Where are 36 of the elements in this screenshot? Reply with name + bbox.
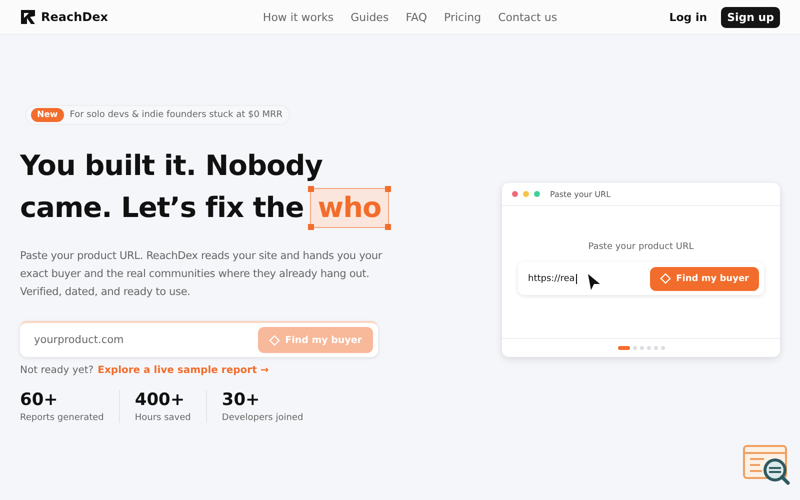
sample-report-link[interactable]: Explore a live sample report → <box>98 365 269 376</box>
demo-prompt: Paste your product URL <box>588 242 694 252</box>
browser-search-icon[interactable] <box>742 444 792 488</box>
find-buyer-button[interactable]: Find my buyer <box>650 266 759 290</box>
description: Paste your product URL. ReachDex reads your site and hands you your exact buyer and the real communities where they already hang out. Verified, dated, and ready to use. <box>20 249 384 300</box>
brand-name[interactable]: ReachDex <box>41 10 108 24</box>
nav-link[interactable]: FAQ <box>406 10 427 24</box>
stat-value: 400+ <box>134 390 186 410</box>
demo-url-field[interactable]: https://rea Find my buyer <box>518 262 764 295</box>
stat-value: 60+ <box>20 390 59 410</box>
nav-link[interactable]: Pricing <box>444 10 482 24</box>
slide-indicator[interactable] <box>646 346 650 350</box>
url-value: https://rea <box>528 274 577 284</box>
signup-button[interactable]: Sign up <box>721 6 780 28</box>
window-title: Paste your URL <box>550 190 611 198</box>
tagline: For solo devs & indie founders stuck at $0 MRR <box>70 110 283 120</box>
slide-indicator[interactable] <box>632 346 636 350</box>
slide-indicator[interactable] <box>640 346 644 350</box>
stat-label: Developers joined <box>222 413 304 423</box>
sample-prompt: Not ready yet? <box>20 365 94 376</box>
headline-line: You built it. Nobody <box>20 148 324 184</box>
slide-indicator[interactable] <box>654 346 658 350</box>
cursor-icon <box>586 272 601 290</box>
slide-indicator[interactable] <box>660 346 664 350</box>
logo-icon <box>20 9 36 25</box>
nav-link[interactable]: Contact us <box>498 10 558 24</box>
slide-indicator[interactable] <box>618 346 630 350</box>
new-badge: New <box>31 108 64 122</box>
nav-link[interactable]: How it works <box>262 10 334 24</box>
nav-link[interactable]: Guides <box>350 10 389 24</box>
highlighted-word: who <box>310 188 390 228</box>
stat-label: Hours saved <box>134 413 191 423</box>
stat-value: 30+ <box>222 390 261 410</box>
login-link[interactable]: Log in <box>669 10 708 24</box>
headline-line: came. Let’s fix the <box>20 190 304 226</box>
stat-label: Reports generated <box>20 413 104 423</box>
